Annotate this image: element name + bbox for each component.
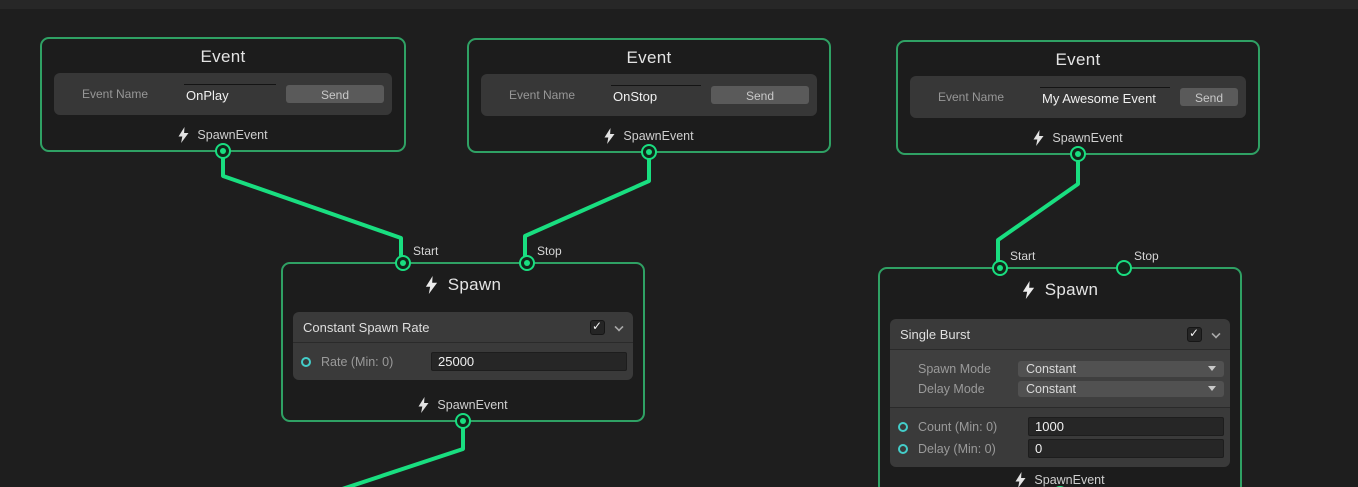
delay-mode-dropdown[interactable]: Constant <box>1018 381 1224 397</box>
count-input-port[interactable] <box>898 422 908 432</box>
event-node-onstop[interactable]: Event Event Name Send SpawnEvent <box>467 38 831 153</box>
event-name-input[interactable] <box>184 84 276 104</box>
lightning-icon <box>418 397 429 413</box>
count-value-field[interactable] <box>1028 417 1224 436</box>
event-name-label: Event Name <box>82 87 182 101</box>
event-name-label: Event Name <box>938 90 1038 104</box>
output-port-spawnevent[interactable] <box>1070 146 1086 162</box>
node-title: Spawn <box>448 275 501 295</box>
property-row-delay: Delay (Min: 0) <box>890 438 1224 459</box>
input-port-stop[interactable] <box>1116 260 1132 276</box>
node-title-row: Spawn <box>283 275 643 295</box>
lightning-icon <box>604 128 615 144</box>
lightning-icon <box>178 127 189 143</box>
node-title: Event <box>898 50 1258 70</box>
block-header: Constant Spawn Rate <box>293 312 633 342</box>
spawnevent-output-label: SpawnEvent <box>1034 473 1104 487</box>
stop-port-label: Stop <box>537 244 562 258</box>
node-title: Event <box>42 47 404 67</box>
property-row-rate: Rate (Min: 0) <box>293 351 627 372</box>
event-name-input[interactable] <box>1040 87 1170 107</box>
rate-value-field[interactable] <box>431 352 627 371</box>
spawn-node-burst[interactable]: Start Stop Spawn Single Burst Spawn Mode… <box>878 267 1242 487</box>
send-button[interactable]: Send <box>711 86 809 104</box>
delay-value-field[interactable] <box>1028 439 1224 458</box>
event-name-group: Event Name Send <box>910 76 1246 118</box>
event-node-awesome[interactable]: Event Event Name Send SpawnEvent <box>896 40 1260 155</box>
property-row-count: Count (Min: 0) <box>890 416 1224 437</box>
node-title: Event <box>469 48 829 68</box>
spawn-mode-dropdown[interactable]: Constant <box>1018 361 1224 377</box>
lightning-icon <box>425 276 438 294</box>
edge-spawnevent-out[interactable] <box>300 420 463 487</box>
vfx-graph-canvas[interactable]: Event Event Name Send SpawnEvent Event E… <box>0 0 1358 487</box>
block-enabled-checkbox[interactable] <box>590 320 605 335</box>
setting-row-spawn-mode: Spawn Mode Constant <box>890 360 1224 377</box>
block-settings-section: Spawn Mode Constant Delay Mode Constant <box>890 350 1230 407</box>
spawnevent-output-row: SpawnEvent <box>880 467 1240 487</box>
dropdown-arrow-icon <box>1208 386 1216 391</box>
block-constant-spawn-rate[interactable]: Constant Spawn Rate Rate (Min: 0) <box>293 312 633 380</box>
node-title: Spawn <box>1045 280 1098 300</box>
input-port-stop[interactable] <box>519 255 535 271</box>
node-title-row: Spawn <box>880 280 1240 300</box>
block-enabled-checkbox[interactable] <box>1187 327 1202 342</box>
event-name-label: Event Name <box>509 88 609 102</box>
lightning-icon <box>1022 281 1035 299</box>
output-port-spawnevent[interactable] <box>455 413 471 429</box>
count-label: Count (Min: 0) <box>918 420 1028 434</box>
start-port-label: Start <box>413 244 438 258</box>
spawnevent-output-label: SpawnEvent <box>197 128 267 142</box>
block-title: Constant Spawn Rate <box>303 320 582 335</box>
chevron-down-icon[interactable] <box>615 323 623 331</box>
spawn-node-constant[interactable]: Start Stop Spawn Constant Spawn Rate Rat… <box>281 262 645 422</box>
edge-onplay-to-start[interactable] <box>223 150 401 264</box>
send-button[interactable]: Send <box>286 85 384 103</box>
start-port-label: Start <box>1010 249 1035 263</box>
spawn-mode-label: Spawn Mode <box>918 362 1018 376</box>
block-header: Single Burst <box>890 319 1230 349</box>
delay-input-port[interactable] <box>898 444 908 454</box>
spawnevent-output-label: SpawnEvent <box>437 398 507 412</box>
spawn-mode-value: Constant <box>1026 362 1208 376</box>
event-name-group: Event Name Send <box>481 74 817 116</box>
dropdown-arrow-icon <box>1208 366 1216 371</box>
output-port-spawnevent[interactable] <box>215 143 231 159</box>
spawnevent-output-label: SpawnEvent <box>623 129 693 143</box>
event-node-onplay[interactable]: Event Event Name Send SpawnEvent <box>40 37 406 152</box>
stop-port-label: Stop <box>1134 249 1159 263</box>
rate-label: Rate (Min: 0) <box>321 355 431 369</box>
spawnevent-output-label: SpawnEvent <box>1052 131 1122 145</box>
delay-mode-value: Constant <box>1026 382 1208 396</box>
input-port-start[interactable] <box>992 260 1008 276</box>
chevron-down-icon[interactable] <box>1212 330 1220 338</box>
delay-label: Delay (Min: 0) <box>918 442 1028 456</box>
setting-row-delay-mode: Delay Mode Constant <box>890 380 1224 397</box>
delay-mode-label: Delay Mode <box>918 382 1018 396</box>
event-name-input[interactable] <box>611 85 701 105</box>
rate-input-port[interactable] <box>301 357 311 367</box>
lightning-icon <box>1033 130 1044 146</box>
send-button[interactable]: Send <box>1180 88 1238 106</box>
block-single-burst[interactable]: Single Burst Spawn Mode Constant Delay M… <box>890 319 1230 467</box>
lightning-icon <box>1015 472 1026 487</box>
event-name-group: Event Name Send <box>54 73 392 115</box>
output-port-spawnevent[interactable] <box>641 144 657 160</box>
block-title: Single Burst <box>900 327 1179 342</box>
input-port-start[interactable] <box>395 255 411 271</box>
